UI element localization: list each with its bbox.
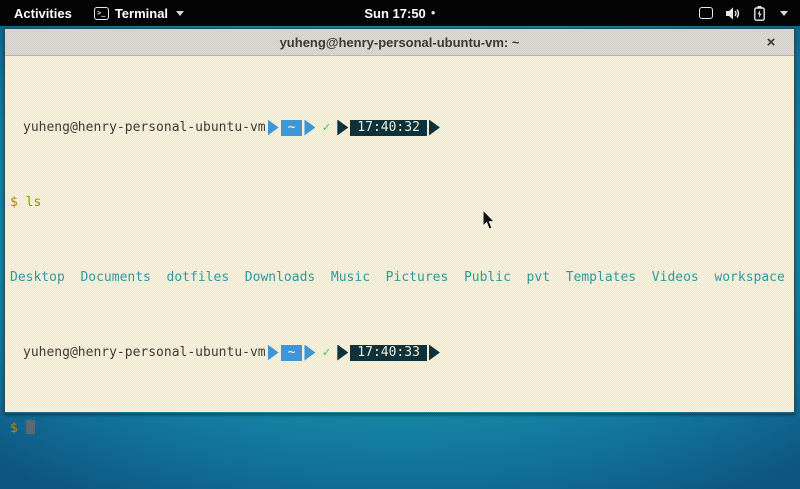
status-check-icon: ✓ <box>322 120 330 135</box>
prompt-line-2: yuheng@henry-personal-ubuntu-vm ~ ✓ 17:4… <box>10 345 794 360</box>
powerline-arrow-icon <box>268 345 279 361</box>
command-line-current[interactable]: $ <box>10 420 794 435</box>
close-icon[interactable]: × <box>762 33 780 51</box>
terminal-content[interactable]: yuheng@henry-personal-ubuntu-vm ~ ✓ 17:4… <box>5 56 794 412</box>
notification-dot-icon: ● <box>431 9 436 17</box>
terminal-window: yuheng@henry-personal-ubuntu-vm: ~ × yuh… <box>4 28 795 414</box>
window-title: yuheng@henry-personal-ubuntu-vm: ~ <box>280 35 520 50</box>
status-check-icon: ✓ <box>322 345 330 360</box>
prompt-path: ~ <box>281 120 303 136</box>
command-line-ls: $ ls <box>10 195 794 210</box>
powerline-arrow-icon <box>429 345 440 361</box>
window-titlebar[interactable]: yuheng@henry-personal-ubuntu-vm: ~ × <box>5 29 794 56</box>
prompt-symbol: $ <box>10 195 18 210</box>
app-menu-label: Terminal <box>115 6 168 21</box>
powerline-arrow-icon <box>268 120 279 136</box>
desktop-background: yuheng@henry-personal-ubuntu-vm: ~ × yuh… <box>0 26 800 489</box>
powerline-arrow-icon <box>337 120 348 136</box>
prompt-line-1: yuheng@henry-personal-ubuntu-vm ~ ✓ 17:4… <box>10 120 794 135</box>
prompt-time: 17:40:33 <box>350 345 427 361</box>
command-text: ls <box>26 195 42 210</box>
prompt-path: ~ <box>281 345 303 361</box>
screen: Activities >_ Terminal Sun 17:50 ● <box>0 0 800 489</box>
prompt-user: yuheng@henry-personal-ubuntu-vm <box>23 345 266 360</box>
gnome-top-bar: Activities >_ Terminal Sun 17:50 ● <box>0 0 800 26</box>
clock-label[interactable]: Sun 17:50 <box>364 6 425 21</box>
powerline-arrow-icon <box>429 120 440 136</box>
terminal-app-icon: >_ <box>94 7 109 20</box>
prompt-time: 17:40:32 <box>350 120 427 136</box>
powerline-arrow-icon <box>304 345 315 361</box>
activities-button[interactable]: Activities <box>10 4 76 23</box>
ls-output: Desktop Documents dotfiles Downloads Mus… <box>10 270 794 285</box>
screen-icon <box>699 7 713 19</box>
volume-icon <box>726 7 741 20</box>
app-menu-terminal[interactable]: >_ Terminal <box>94 6 184 21</box>
system-tray[interactable] <box>699 6 800 21</box>
terminal-cursor <box>26 420 35 434</box>
battery-charging-icon <box>754 6 765 21</box>
prompt-user: yuheng@henry-personal-ubuntu-vm <box>23 120 266 135</box>
prompt-symbol: $ <box>10 421 18 436</box>
mouse-cursor <box>482 210 496 231</box>
chevron-down-icon <box>780 11 788 16</box>
powerline-arrow-icon <box>304 120 315 136</box>
powerline-arrow-icon <box>337 345 348 361</box>
chevron-down-icon <box>176 11 184 16</box>
